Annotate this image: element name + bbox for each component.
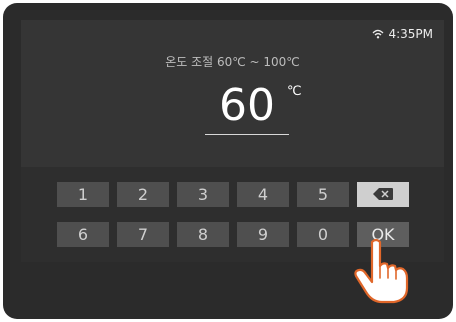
touch-screen: 4:35PM 온도 조절 60℃ ~ 100℃ 60 ℃ 1 2 3 4 5 6…	[21, 20, 444, 262]
key-7[interactable]: 7	[117, 222, 169, 247]
backspace-button[interactable]	[357, 182, 409, 207]
key-1[interactable]: 1	[57, 182, 109, 207]
key-4[interactable]: 4	[237, 182, 289, 207]
key-2[interactable]: 2	[117, 182, 169, 207]
status-time: 4:35PM	[388, 27, 433, 41]
key-6[interactable]: 6	[57, 222, 109, 247]
value-underline	[205, 134, 289, 135]
key-8[interactable]: 8	[177, 222, 229, 247]
temperature-display: 4:35PM 온도 조절 60℃ ~ 100℃ 60 ℃	[21, 20, 444, 167]
temperature-unit: ℃	[287, 84, 302, 99]
hand-pointer-icon	[354, 238, 409, 304]
wifi-icon	[372, 29, 384, 39]
key-0[interactable]: 0	[297, 222, 349, 247]
key-5[interactable]: 5	[297, 182, 349, 207]
status-bar: 4:35PM	[372, 27, 433, 41]
temperature-value[interactable]: 60	[205, 80, 289, 132]
temperature-range-label: 온도 조절 60℃ ~ 100℃	[165, 55, 300, 69]
backspace-icon	[373, 188, 393, 200]
key-9[interactable]: 9	[237, 222, 289, 247]
key-3[interactable]: 3	[177, 182, 229, 207]
